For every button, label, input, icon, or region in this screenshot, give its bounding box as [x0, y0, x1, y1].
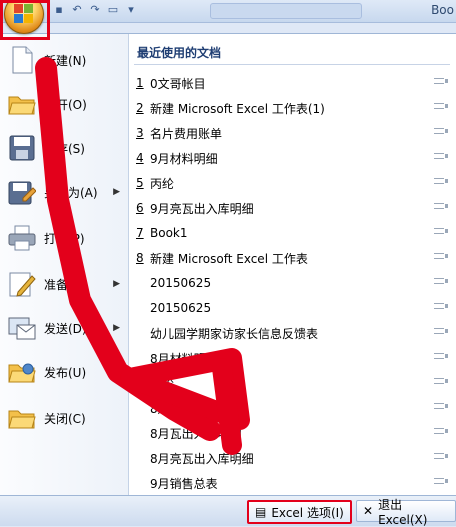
- recent-document-item[interactable]: 3 名片费用账单: [136, 122, 454, 144]
- menu-footer: ▤ Excel 选项(I) ✕ 退出 Excel(X): [0, 495, 456, 527]
- menu-item-save-as[interactable]: 另存为(A) ▶: [0, 170, 128, 214]
- recent-document-item[interactable]: 8月材料明细: [136, 347, 454, 369]
- prepare-pen-icon: [6, 268, 38, 300]
- exit-excel-button[interactable]: ✕ 退出 Excel(X): [356, 498, 456, 527]
- save-icon[interactable]: ▪: [52, 3, 66, 17]
- recent-document-item[interactable]: 幼儿园学期家访家长信息反馈表: [136, 322, 454, 344]
- customize-dropdown-icon[interactable]: ▾: [124, 3, 138, 17]
- menu-item-new[interactable]: 新建(N): [0, 38, 128, 82]
- recent-document-item[interactable]: 4 9月材料明细: [136, 147, 454, 169]
- pin-icon[interactable]: [434, 378, 448, 384]
- pin-icon[interactable]: [434, 328, 448, 334]
- pin-icon[interactable]: [434, 253, 448, 259]
- send-icon: [6, 312, 38, 344]
- pin-icon[interactable]: [434, 453, 448, 459]
- recent-document-item[interactable]: 丙纶: [136, 372, 454, 394]
- submenu-arrow-icon: ▶: [113, 279, 120, 289]
- save-disk-icon: [6, 132, 38, 164]
- new-document-icon: [6, 44, 38, 76]
- blurred-document-tab: [210, 3, 362, 19]
- recent-document-item[interactable]: 20150625: [136, 297, 454, 319]
- close-x-icon: ✕: [363, 504, 374, 518]
- pin-icon[interactable]: [434, 353, 448, 359]
- printer-icon: [6, 222, 38, 254]
- recent-document-item[interactable]: 1 0文哥帐目: [136, 72, 454, 94]
- recent-document-item[interactable]: 8月销售总表: [136, 397, 454, 419]
- recent-document-item[interactable]: 20150625: [136, 272, 454, 294]
- recent-documents-panel: 最近使用的文档 1 0文哥帐目 2 新建 Microsoft Excel 工作表(1…: [129, 34, 456, 496]
- print-preview-icon[interactable]: ▭: [106, 3, 120, 17]
- pin-icon[interactable]: [434, 153, 448, 159]
- pin-icon[interactable]: [434, 178, 448, 184]
- redo-icon[interactable]: ↷: [88, 3, 102, 17]
- menu-item-send[interactable]: 发送(D) ▶: [0, 306, 128, 350]
- pin-icon[interactable]: [434, 78, 448, 84]
- save-as-icon: [6, 176, 38, 208]
- pin-icon[interactable]: [434, 228, 448, 234]
- title-bar: ▪ ↶ ↷ ▭ ▾ Boo: [0, 0, 456, 40]
- open-folder-icon: [6, 88, 38, 120]
- pin-icon[interactable]: [434, 203, 448, 209]
- undo-icon[interactable]: ↶: [70, 3, 84, 17]
- pin-icon[interactable]: [434, 103, 448, 109]
- recent-document-item[interactable]: 8 新建 Microsoft Excel 工作表: [136, 247, 454, 269]
- excel-options-button[interactable]: ▤ Excel 选项(I): [247, 500, 352, 524]
- divider: [134, 64, 450, 65]
- recent-document-item[interactable]: 6 9月亮瓦出入库明细: [136, 197, 454, 219]
- pin-icon[interactable]: [434, 478, 448, 484]
- office-menu: 新建(N) 打开(O) 保存(S) 另存为(A) ▶ 打印(P) 准备(E) ▶…: [0, 33, 456, 496]
- pin-icon[interactable]: [434, 403, 448, 409]
- menu-item-save[interactable]: 保存(S): [0, 126, 128, 170]
- recent-document-item[interactable]: 5 丙纶: [136, 172, 454, 194]
- menu-item-print[interactable]: 打印(P): [0, 216, 128, 260]
- pin-icon[interactable]: [434, 278, 448, 284]
- window-title: Boo: [431, 3, 454, 17]
- submenu-arrow-icon: ▶: [113, 187, 120, 197]
- pin-icon[interactable]: [434, 428, 448, 434]
- menu-item-close[interactable]: 关闭(C): [0, 396, 128, 440]
- recent-document-item[interactable]: 9月销售总表: [136, 472, 454, 494]
- recent-document-item[interactable]: 7 Book1: [136, 222, 454, 244]
- recent-documents-heading: 最近使用的文档: [137, 46, 222, 60]
- office-button-highlight-box: [0, 0, 50, 40]
- pin-icon[interactable]: [434, 128, 448, 134]
- close-folder-icon: [6, 402, 38, 434]
- menu-item-publish[interactable]: 发布(U) ▶: [0, 350, 128, 394]
- menu-commands: 新建(N) 打开(O) 保存(S) 另存为(A) ▶ 打印(P) 准备(E) ▶…: [0, 34, 129, 496]
- publish-folder-icon: [6, 356, 38, 388]
- recent-document-item[interactable]: 8月亮瓦出入库明细: [136, 447, 454, 469]
- recent-document-item[interactable]: 8月瓦出入库明细: [136, 422, 454, 444]
- pin-icon[interactable]: [434, 303, 448, 309]
- submenu-arrow-icon: ▶: [113, 323, 120, 333]
- submenu-arrow-icon: ▶: [113, 367, 120, 377]
- menu-item-open[interactable]: 打开(O): [0, 82, 128, 126]
- quick-access-toolbar: ▪ ↶ ↷ ▭ ▾: [52, 3, 138, 17]
- options-document-icon: ▤: [255, 505, 267, 519]
- menu-item-prepare[interactable]: 准备(E) ▶: [0, 262, 128, 306]
- recent-document-item[interactable]: 2 新建 Microsoft Excel 工作表(1): [136, 97, 454, 119]
